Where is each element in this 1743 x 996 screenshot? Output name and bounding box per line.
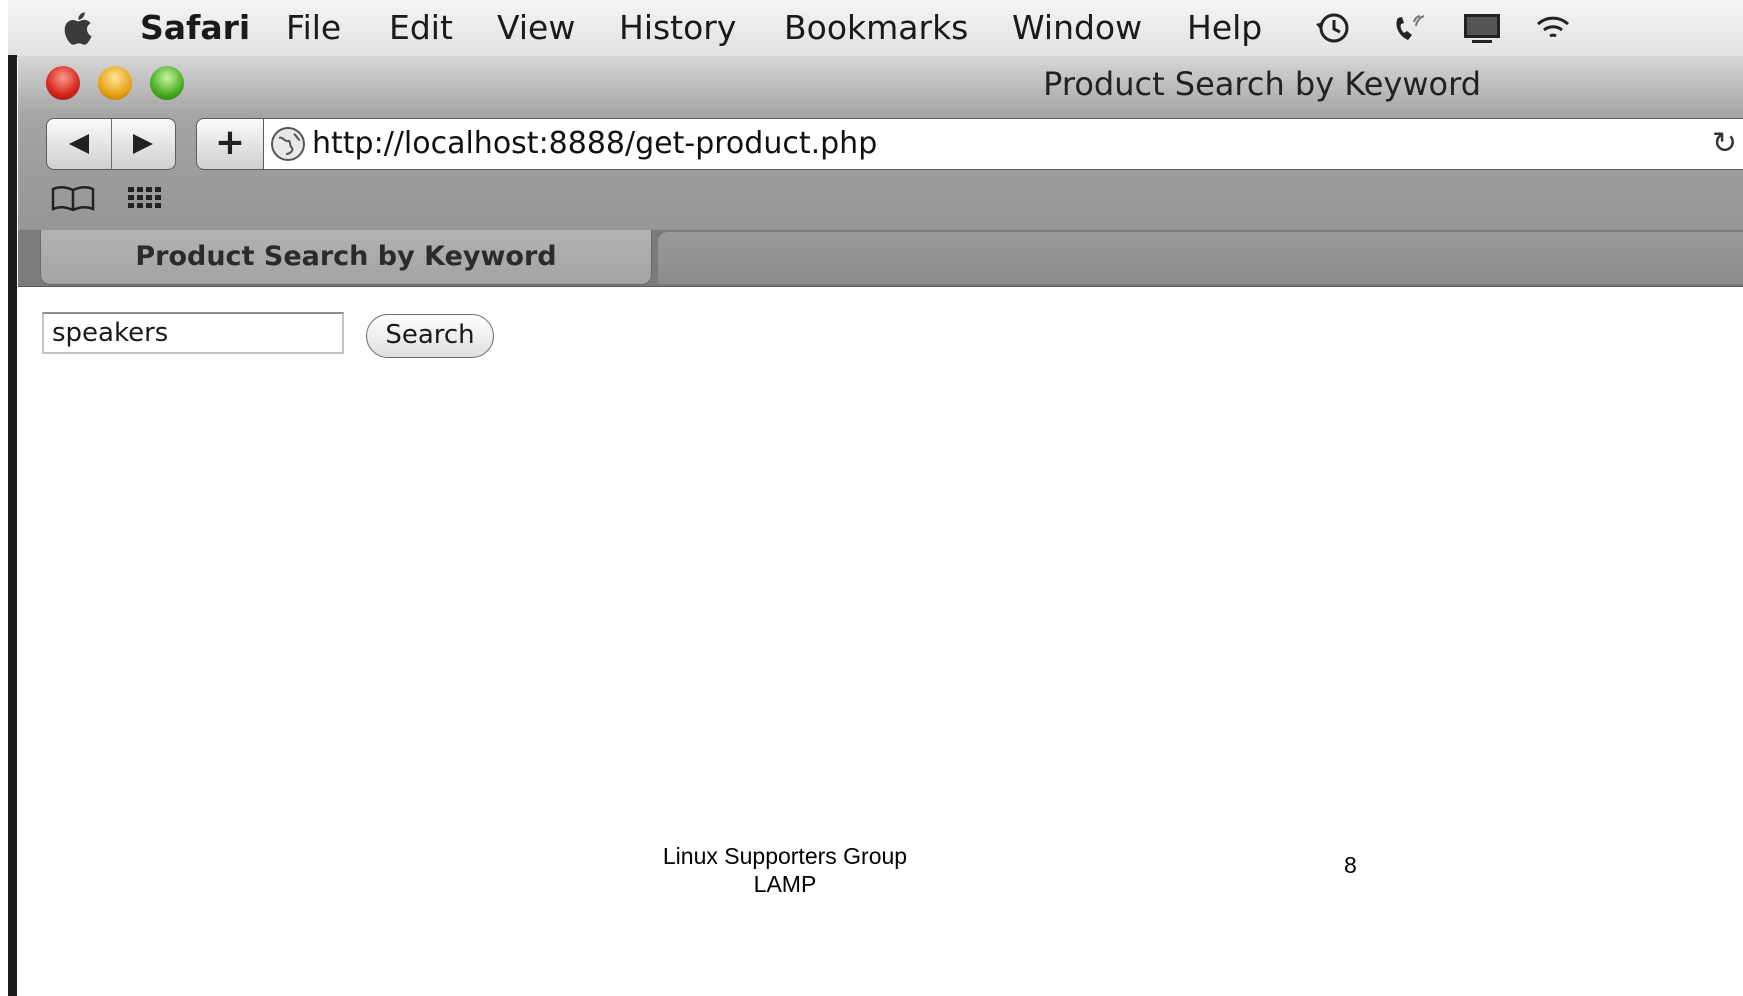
footer-line-2: LAMP [753, 871, 817, 897]
wifi-icon[interactable] [1528, 10, 1572, 46]
address-bar[interactable]: http://localhost:8888/get-product.php ↻ [264, 118, 1743, 170]
tab-bar: Product Search by Keyword [18, 230, 1743, 287]
bookmarks-book-icon[interactable] [50, 183, 96, 213]
window-title: Product Search by Keyword [1043, 65, 1481, 103]
time-machine-icon[interactable] [1310, 10, 1354, 46]
back-button[interactable] [47, 119, 112, 169]
search-input[interactable] [42, 312, 344, 354]
browser-toolbar: + http://localhost:8888/get-product.php … [18, 110, 1743, 230]
tab-bar-empty-area [658, 232, 1743, 284]
menu-view[interactable]: View [497, 8, 575, 48]
menu-bar: Safari File Edit View History Bookmarks … [8, 0, 1743, 57]
slide-footer: Linux Supporters Group LAMP [620, 842, 950, 898]
menu-bookmarks[interactable]: Bookmarks [784, 8, 968, 48]
top-sites-grid-icon[interactable] [126, 183, 166, 213]
forward-arrow-icon [133, 134, 153, 154]
window-left-edge [8, 55, 17, 996]
menu-file[interactable]: File [286, 8, 341, 48]
zoom-button[interactable] [150, 66, 184, 100]
menu-edit[interactable]: Edit [389, 8, 453, 48]
tab-product-search[interactable]: Product Search by Keyword [40, 230, 652, 285]
display-icon[interactable] [1460, 10, 1504, 46]
phone-icon[interactable] [1388, 10, 1432, 46]
menu-help[interactable]: Help [1187, 8, 1262, 48]
tab-label: Product Search by Keyword [135, 241, 557, 272]
globe-icon [271, 127, 305, 161]
close-button[interactable] [46, 66, 80, 100]
url-text: http://localhost:8888/get-product.php [312, 126, 878, 161]
back-arrow-icon [69, 134, 89, 154]
minimize-button[interactable] [98, 66, 132, 100]
add-bookmark-button[interactable]: + [196, 118, 264, 170]
search-button[interactable]: Search [366, 314, 494, 358]
menu-window[interactable]: Window [1012, 8, 1142, 48]
window-titlebar: Product Search by Keyword [18, 56, 1743, 110]
menu-safari[interactable]: Safari [140, 8, 250, 48]
apple-icon[interactable] [60, 8, 100, 48]
reload-icon[interactable]: ↻ [1712, 127, 1737, 161]
forward-button[interactable] [111, 119, 175, 169]
navigation-buttons [46, 118, 176, 170]
slide-page-number: 8 [1344, 852, 1357, 878]
footer-line-1: Linux Supporters Group [662, 843, 908, 869]
menu-history[interactable]: History [619, 8, 736, 48]
